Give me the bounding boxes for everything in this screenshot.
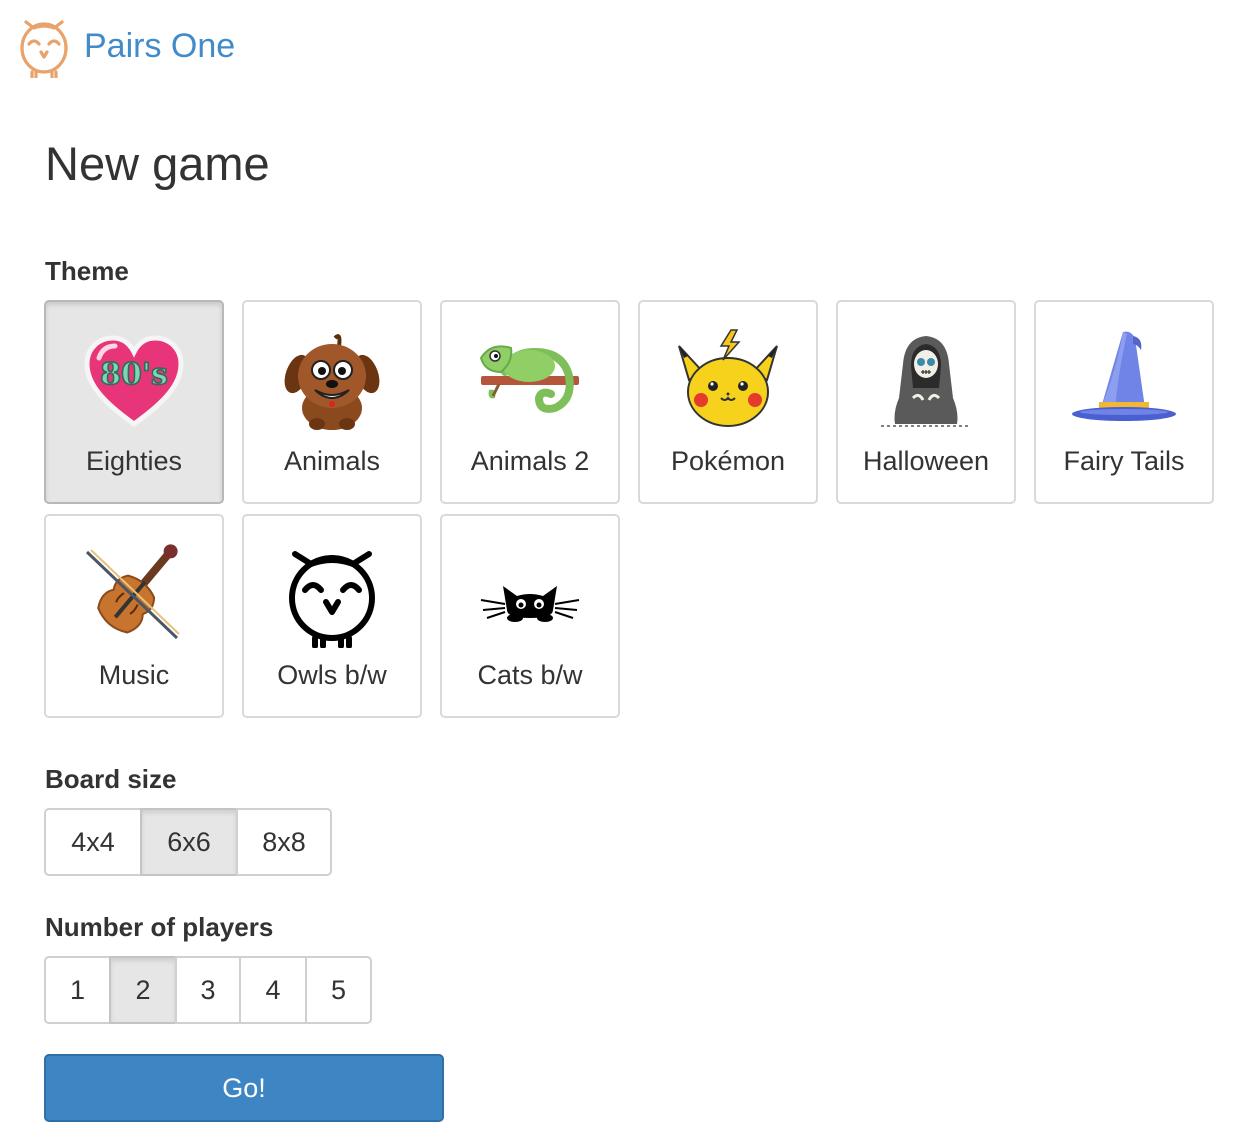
- theme-card-cats-bw[interactable]: Cats b/w: [440, 514, 620, 718]
- theme-label: Fairy Tails: [1063, 446, 1185, 476]
- theme-card-animals-2[interactable]: Animals 2: [440, 300, 620, 504]
- page-title: New game: [45, 137, 270, 190]
- theme-card-pokemon[interactable]: Pokémon: [638, 300, 818, 504]
- brand-name: Pairs One: [84, 27, 236, 65]
- theme-card-music[interactable]: Music: [44, 514, 224, 718]
- theme-card-owls-bw[interactable]: Owls b/w: [242, 514, 422, 718]
- heart-80s-text: 80's: [100, 357, 168, 392]
- go-button[interactable]: Go!: [44, 1054, 444, 1122]
- reaper-icon: [873, 328, 979, 434]
- theme-label: Cats b/w: [477, 660, 583, 690]
- theme-card-eighties[interactable]: 80's Eighties: [44, 300, 224, 504]
- wizard-hat-icon: [1071, 328, 1177, 434]
- heart-80s-icon: 80's: [81, 328, 187, 434]
- board-size-option-6x6[interactable]: 6x6: [140, 808, 238, 876]
- theme-section-label: Theme: [45, 256, 129, 286]
- chameleon-icon: [477, 328, 583, 434]
- players-option-2[interactable]: 2: [109, 956, 177, 1024]
- pikachu-icon: [675, 328, 781, 434]
- board-size-option-4x4[interactable]: 4x4: [44, 808, 142, 876]
- theme-label: Halloween: [862, 446, 990, 476]
- owl-logo-icon: [20, 20, 68, 78]
- theme-card-animals[interactable]: Animals: [242, 300, 422, 504]
- theme-label: Animals: [283, 446, 381, 476]
- owl-bw-icon: [279, 542, 385, 648]
- board-size-option-8x8[interactable]: 8x8: [236, 808, 332, 876]
- board-size-group: 4x4 6x6 8x8: [44, 808, 332, 876]
- players-option-1[interactable]: 1: [44, 956, 111, 1024]
- theme-label: Music: [98, 660, 170, 690]
- players-option-3[interactable]: 3: [175, 956, 241, 1024]
- theme-card-halloween[interactable]: Halloween: [836, 300, 1016, 504]
- theme-label: Animals 2: [470, 446, 590, 476]
- theme-card-fairy-tails[interactable]: Fairy Tails: [1034, 300, 1214, 504]
- brand-link[interactable]: Pairs One: [16, 14, 235, 78]
- cat-bw-icon: [477, 542, 583, 648]
- theme-label: Pokémon: [670, 446, 786, 476]
- theme-label: Eighties: [85, 446, 183, 476]
- players-option-4[interactable]: 4: [239, 956, 307, 1024]
- board-size-label: Board size: [45, 764, 177, 794]
- players-label: Number of players: [45, 912, 274, 942]
- players-group: 1 2 3 4 5: [44, 956, 372, 1024]
- theme-label: Owls b/w: [277, 660, 387, 690]
- players-option-5[interactable]: 5: [305, 956, 372, 1024]
- violin-icon: [81, 542, 187, 648]
- dog-icon: [279, 328, 385, 434]
